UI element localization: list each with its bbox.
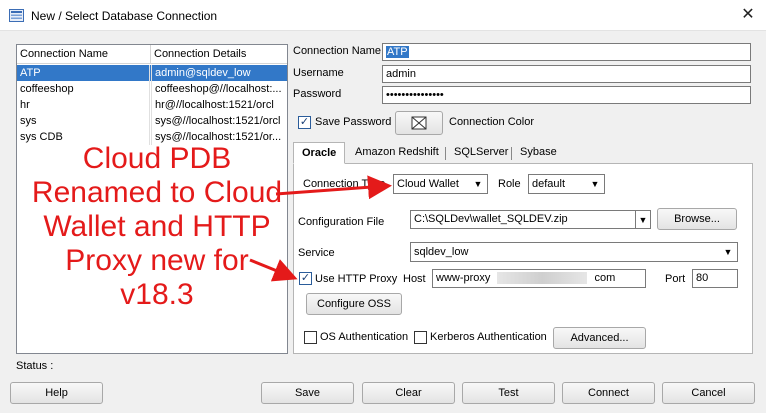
clear-button[interactable]: Clear <box>362 382 455 404</box>
annotation-arrows <box>249 175 392 282</box>
connect-button[interactable]: Connect <box>562 382 655 404</box>
cancel-button[interactable]: Cancel <box>662 382 755 404</box>
arrow-to-connection-type <box>275 175 392 200</box>
arrow-to-http-proxy <box>249 258 298 282</box>
help-button[interactable]: Help <box>10 382 103 404</box>
test-button[interactable]: Test <box>462 382 555 404</box>
status-label: Status : <box>16 360 54 372</box>
save-button[interactable]: Save <box>261 382 354 404</box>
